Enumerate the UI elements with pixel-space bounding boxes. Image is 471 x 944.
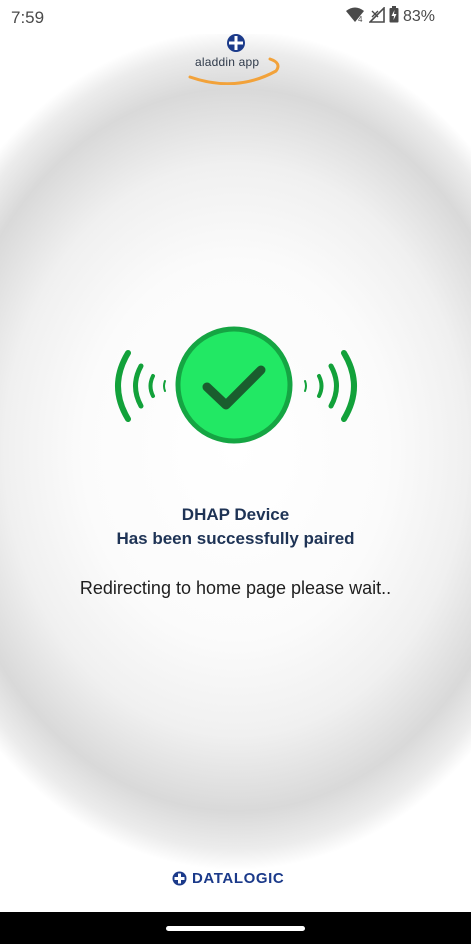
datalogic-mark-icon <box>172 871 187 885</box>
home-gesture-handle[interactable] <box>166 926 305 931</box>
battery-percent: 83% <box>402 8 435 25</box>
aladdin-app-logo: aladdin app <box>186 33 286 85</box>
logo-text: aladdin app <box>195 55 260 69</box>
datalogic-logo: DATALOGIC <box>172 868 284 888</box>
wifi-label: 4 <box>358 15 363 23</box>
battery-icon <box>389 6 399 28</box>
check-icon <box>175 326 293 444</box>
wifi-icon: 4 <box>345 7 365 28</box>
brand-text: DATALOGIC <box>192 869 285 887</box>
pairing-success-screen: 7:59 4 83% aladdin app DHAP Device Has b… <box>0 0 471 944</box>
device-name: DHAP Device <box>181 505 290 524</box>
pairing-success-graphic <box>115 326 357 444</box>
status-bar: 7:59 4 83% <box>0 0 471 34</box>
redirect-message: Redirecting to home page please wait.. <box>79 578 392 598</box>
signal-waves-right-icon <box>304 350 357 422</box>
navigation-bar <box>0 912 471 944</box>
signal-waves-left-icon <box>115 350 166 422</box>
cell-signal-icon <box>368 5 385 28</box>
logo-compass-icon <box>227 34 245 52</box>
status-time: 7:59 <box>11 8 45 27</box>
paired-message: Has been successfully paired <box>116 529 355 548</box>
status-icons: 4 83% <box>345 5 435 28</box>
